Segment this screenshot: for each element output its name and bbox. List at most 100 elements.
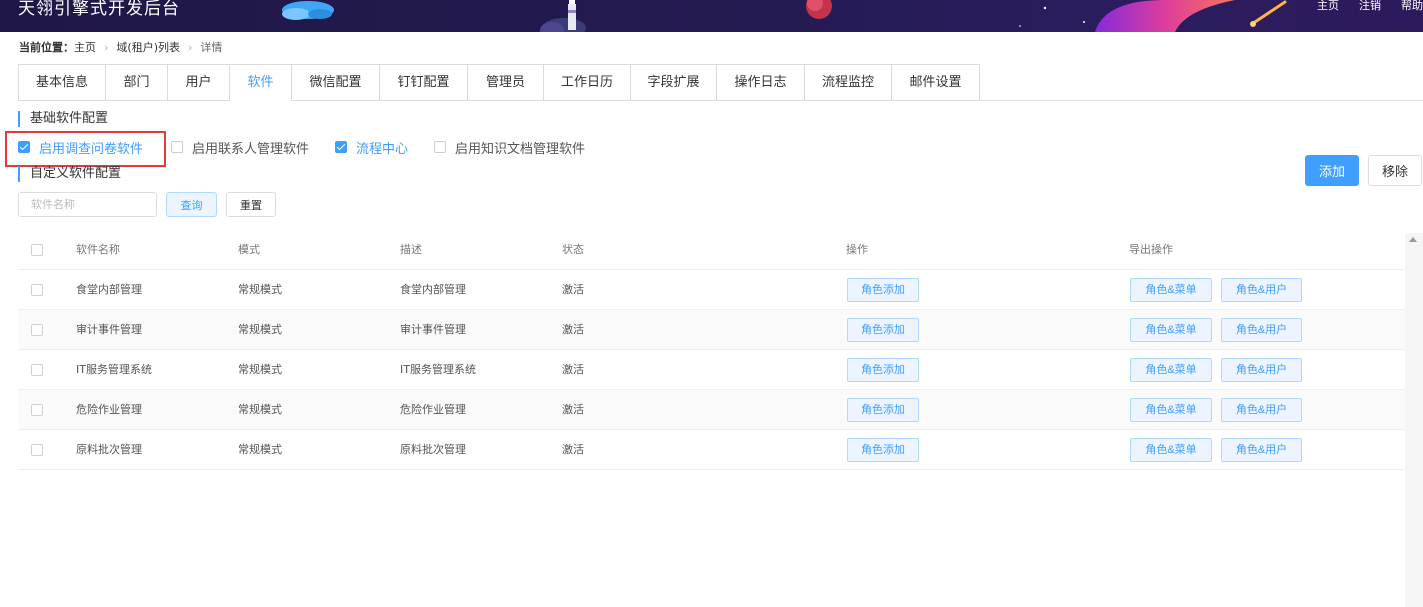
export-role-user-button[interactable]: 角色&用户 [1221,358,1302,382]
breadcrumb: 当前位置： 主页 › 域(租户)列表 › 详情 [19,39,222,55]
tab-wechat-config[interactable]: 微信配置 [292,64,380,101]
tab-work-calendar[interactable]: 工作日历 [544,64,631,101]
option-label: 流程中心 [356,141,409,157]
cell-state: 激活 [562,283,584,296]
option-label: 启用联系人管理软件 [192,141,310,157]
row-checkbox[interactable] [31,364,43,376]
table-row: 食堂内部管理 常规模式 食堂内部管理 激活 角色添加 角色&菜单 角色&用户 [18,270,1405,310]
software-name-search-input[interactable] [18,192,157,217]
column-header-state: 状态 [562,243,584,256]
option-flow-center[interactable]: 流程中心 [335,138,408,157]
cell-state: 激活 [562,363,584,376]
table-row: IT服务管理系统 常规模式 IT服务管理系统 激活 角色添加 角色&菜单 角色&… [18,350,1405,390]
option-label: 启用知识文档管理软件 [455,141,586,157]
column-header-operation: 操作 [846,243,868,256]
select-all-checkbox[interactable] [31,244,43,256]
remove-button[interactable]: 移除 [1368,155,1422,186]
cell-name: 食堂内部管理 [76,283,142,296]
checkbox-unchecked-icon[interactable] [434,141,447,153]
export-role-menu-button[interactable]: 角色&菜单 [1130,318,1212,342]
cell-desc: IT服务管理系统 [400,363,476,376]
option-knowledge-doc-software[interactable]: 启用知识文档管理软件 [434,138,585,157]
software-table: 软件名称 模式 描述 状态 操作 导出操作 食堂内部管理 常规模式 食堂内部管理… [18,230,1405,470]
export-role-menu-button[interactable]: 角色&菜单 [1130,438,1212,462]
export-role-user-button[interactable]: 角色&用户 [1221,438,1302,462]
cell-mode: 常规模式 [238,403,282,416]
role-add-button[interactable]: 角色添加 [847,398,919,422]
table-row: 原料批次管理 常规模式 原料批次管理 激活 角色添加 角色&菜单 角色&用户 [18,430,1405,470]
cell-state: 激活 [562,323,584,336]
cell-name: 审计事件管理 [76,323,142,336]
export-role-user-button[interactable]: 角色&用户 [1221,318,1302,342]
tab-mail-settings[interactable]: 邮件设置 [892,64,980,101]
header-nav-help[interactable]: 帮助 [1401,0,1423,14]
cell-name: 原料批次管理 [76,443,142,456]
header-nav-home[interactable]: 主页 [1317,0,1339,14]
cell-mode: 常规模式 [238,443,282,456]
row-checkbox[interactable] [31,444,43,456]
role-add-button[interactable]: 角色添加 [847,438,919,462]
basic-software-config-title: 基础软件配置 [18,111,108,127]
cloud-illustration-icon [282,1,334,20]
column-header-desc: 描述 [400,243,422,256]
role-add-button[interactable]: 角色添加 [847,318,919,342]
export-role-user-button[interactable]: 角色&用户 [1221,278,1302,302]
lighthouse-illustration-icon [540,0,586,32]
tab-flow-monitor[interactable]: 流程监控 [805,64,892,101]
cell-state: 激活 [562,443,584,456]
planet-illustration-icon [806,0,832,19]
tab-department[interactable]: 部门 [106,64,168,101]
tab-users[interactable]: 用户 [168,64,230,101]
highlight-annotation-box [5,131,166,167]
tab-dingtalk-config[interactable]: 钉钉配置 [380,64,468,101]
table-header-row: 软件名称 模式 描述 状态 操作 导出操作 [18,230,1405,270]
app-title: 天翎引擎式开发后台 [18,0,180,19]
table-row: 审计事件管理 常规模式 审计事件管理 激活 角色添加 角色&菜单 角色&用户 [18,310,1405,350]
cell-state: 激活 [562,403,584,416]
cell-desc: 原料批次管理 [400,443,466,456]
breadcrumb-chevron-icon: › [104,40,109,54]
header-nav: 主页 注销 帮助 [1297,0,1423,14]
export-role-menu-button[interactable]: 角色&菜单 [1130,278,1212,302]
header-nav-logout[interactable]: 注销 [1359,0,1381,14]
row-checkbox[interactable] [31,284,43,296]
scroll-up-arrow-icon[interactable] [1409,237,1417,242]
row-checkbox[interactable] [31,404,43,416]
cell-desc: 危险作业管理 [400,403,466,416]
reset-button[interactable]: 重置 [226,192,276,217]
vertical-scrollbar[interactable] [1405,233,1423,607]
cell-mode: 常规模式 [238,363,282,376]
checkbox-unchecked-icon[interactable] [171,141,184,153]
column-header-name: 软件名称 [76,243,120,256]
export-role-user-button[interactable]: 角色&用户 [1221,398,1302,422]
tab-bar: 基本信息 部门 用户 软件 微信配置 钉钉配置 管理员 工作日历 字段扩展 操作… [18,64,980,101]
export-role-menu-button[interactable]: 角色&菜单 [1130,398,1212,422]
tab-field-extension[interactable]: 字段扩展 [631,64,717,101]
tab-basic-info[interactable]: 基本信息 [18,64,106,101]
cell-name: 危险作业管理 [76,403,142,416]
row-checkbox[interactable] [31,324,43,336]
tab-operation-log[interactable]: 操作日志 [717,64,805,101]
export-role-menu-button[interactable]: 角色&菜单 [1130,358,1212,382]
breadcrumb-lead: 当前位置： [19,41,74,54]
column-header-export: 导出操作 [1129,243,1173,256]
cell-mode: 常规模式 [238,323,282,336]
query-button[interactable]: 查询 [166,192,217,217]
breadcrumb-home[interactable]: 主页 [74,39,96,55]
tab-software[interactable]: 软件 [230,64,292,101]
custom-software-config-title: 自定义软件配置 [18,166,121,182]
top-header: 天翎引擎式开发后台 主页 注销 帮助 [0,0,1423,32]
cell-name: IT服务管理系统 [76,363,152,376]
breadcrumb-tenant-list[interactable]: 域(租户)列表 [116,39,180,55]
checkbox-checked-icon[interactable] [335,141,348,153]
breadcrumb-chevron-icon: › [188,40,193,54]
nebula-illustration-icon [1095,0,1287,32]
role-add-button[interactable]: 角色添加 [847,278,919,302]
tab-admins[interactable]: 管理员 [468,64,544,101]
add-button[interactable]: 添加 [1305,155,1359,186]
option-contacts-software[interactable]: 启用联系人管理软件 [171,138,309,157]
table-row: 危险作业管理 常规模式 危险作业管理 激活 角色添加 角色&菜单 角色&用户 [18,390,1405,430]
cell-desc: 食堂内部管理 [400,283,466,296]
breadcrumb-current: 详情 [200,41,223,54]
role-add-button[interactable]: 角色添加 [847,358,919,382]
